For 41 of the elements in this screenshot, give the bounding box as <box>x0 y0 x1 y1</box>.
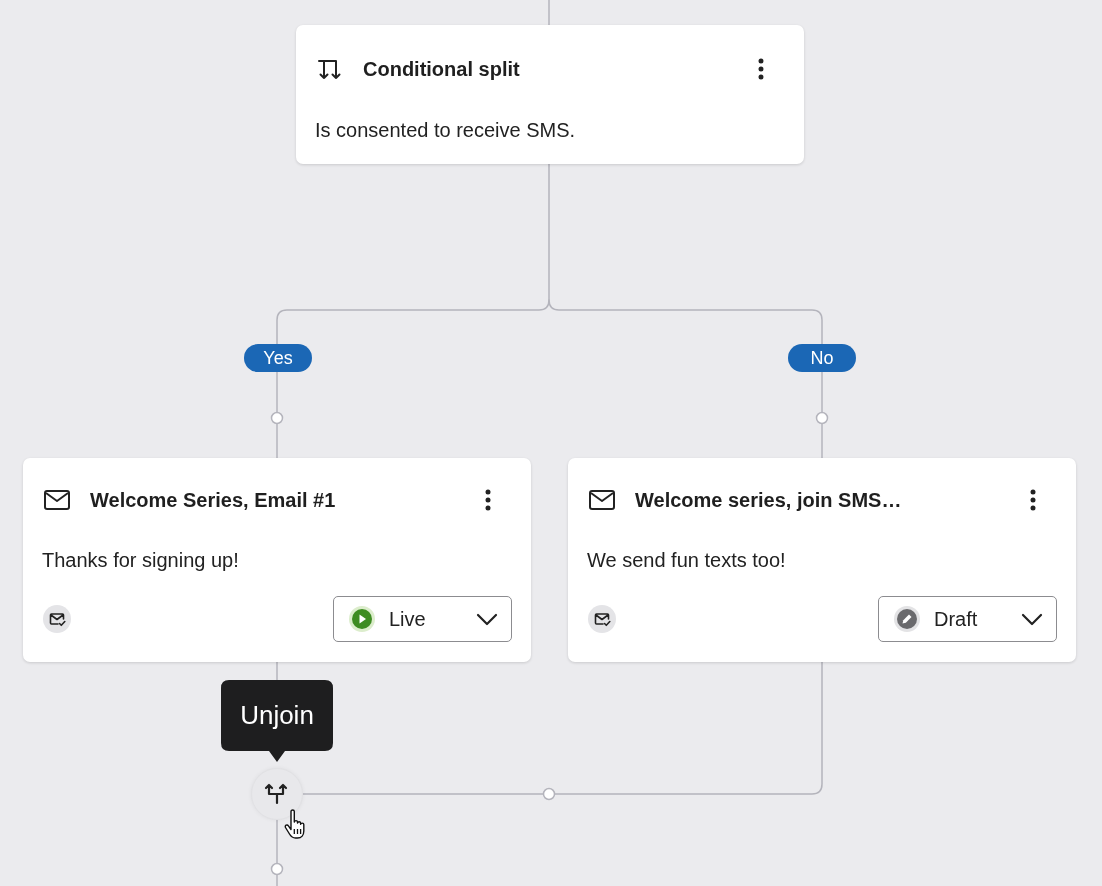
connector-line <box>276 874 278 886</box>
chevron-down-icon <box>1021 612 1043 626</box>
envelope-icon <box>589 490 615 510</box>
flow-node-card[interactable]: Welcome Series, Email #1 Thanks for signing up! Live <box>23 458 531 662</box>
more-options-icon[interactable] <box>484 488 492 512</box>
node-description: We send fun texts too! <box>587 548 787 573</box>
connection-point-icon <box>270 862 284 876</box>
flow-node-card[interactable]: Conditional split Is consented to receive SMS. <box>296 25 804 164</box>
connection-point-icon <box>815 411 829 425</box>
connection-point-icon <box>270 411 284 425</box>
branch-label: No <box>788 344 856 372</box>
connector-line <box>821 423 823 459</box>
envelope-check-icon <box>43 605 71 633</box>
connector-line <box>276 371 278 413</box>
status-dropdown[interactable]: Live <box>333 596 512 642</box>
connector-line <box>276 423 278 459</box>
node-description: Is consented to receive SMS. <box>315 118 577 143</box>
status-dropdown[interactable]: Draft <box>878 596 1057 642</box>
unjoin-button[interactable] <box>251 768 303 820</box>
play-circle-icon <box>349 606 375 632</box>
merge-arrows-up-icon <box>264 782 290 806</box>
pencil-circle-icon <box>894 606 920 632</box>
node-title: Welcome Series, Email #1 <box>90 488 336 513</box>
chevron-down-icon <box>476 612 498 626</box>
split-arrows-icon <box>317 58 343 80</box>
more-options-icon[interactable] <box>757 57 765 81</box>
envelope-icon <box>44 490 70 510</box>
connector-line <box>276 661 278 681</box>
hand-pointer-icon <box>283 809 307 841</box>
connector-line <box>821 371 823 413</box>
node-title: Conditional split <box>363 57 520 82</box>
connector-line <box>548 0 550 26</box>
more-options-icon[interactable] <box>1029 488 1037 512</box>
tooltip: Unjoin <box>221 680 333 762</box>
node-description: Thanks for signing up! <box>42 548 240 573</box>
envelope-check-icon <box>588 605 616 633</box>
node-title: Welcome series, join SMS… <box>635 488 902 513</box>
flow-node-card[interactable]: Welcome series, join SMS… We send fun texts too! Draft <box>568 458 1076 662</box>
connector-line <box>276 819 278 864</box>
connection-point-icon <box>542 787 556 801</box>
branch-label: Yes <box>244 344 312 372</box>
